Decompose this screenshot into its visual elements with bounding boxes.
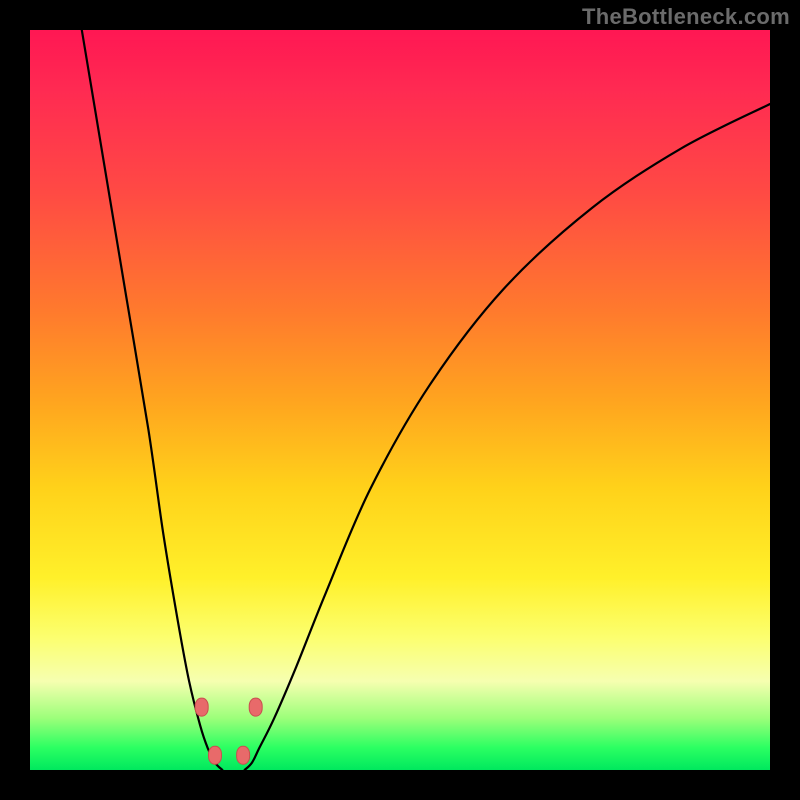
- bead-marker: [209, 746, 222, 764]
- curve-left-branch: [82, 30, 223, 770]
- watermark-text: TheBottleneck.com: [582, 4, 790, 30]
- bead-marker: [195, 698, 208, 716]
- marker-beads: [195, 698, 262, 764]
- curve-layer: [30, 30, 770, 770]
- bead-marker: [237, 746, 250, 764]
- curve-right-branch: [245, 104, 770, 770]
- plot-area: [30, 30, 770, 770]
- bead-marker: [249, 698, 262, 716]
- chart-frame: TheBottleneck.com: [0, 0, 800, 800]
